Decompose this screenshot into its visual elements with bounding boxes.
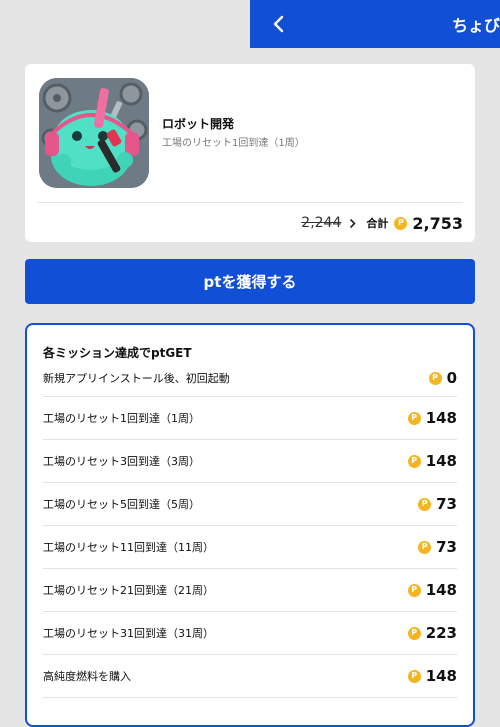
- mission-panel: 各ミッション達成でptGET 新規アプリインストール後、初回起動 P 0 工場の…: [25, 323, 475, 727]
- total-points: 2,753: [412, 213, 463, 233]
- mission-label: 工場のリセット1回到達（1周）: [43, 412, 200, 425]
- original-points: 2,244: [301, 215, 342, 231]
- mission-label: 工場のリセット31回到達（31周）: [43, 627, 214, 640]
- mission-row: 工場のリセット31回到達（31周） P 223: [43, 612, 457, 655]
- mission-row: 工場のリセット11回到達（11周） P 73: [43, 526, 457, 569]
- top-bar: ちょび: [250, 0, 500, 48]
- app-subtitle: 工場のリセット1回到達（1周）: [162, 138, 305, 149]
- mission-reward: P 0: [428, 369, 457, 387]
- mission-reward: P 223: [407, 624, 457, 642]
- mission-reward: P 148: [407, 667, 457, 685]
- mission-label: 工場のリセット21回到達（21周）: [43, 584, 214, 597]
- mission-row: 工場のリセット21回到達（21周） P 148: [43, 569, 457, 612]
- mission-points: 148: [425, 667, 457, 685]
- app-card: ロボット開発 工場のリセット1回到達（1周） 2,244 合計 P 2,753: [25, 64, 475, 242]
- mission-row: 高純度燃料を購入 P 148: [43, 655, 457, 698]
- get-points-button[interactable]: ptを獲得する: [25, 259, 475, 304]
- mission-reward: P 73: [418, 538, 457, 556]
- mission-row: 工場のリセット5回到達（5周） P 73: [43, 483, 457, 526]
- mission-points: 73: [436, 538, 457, 556]
- mission-heading: 各ミッション達成でptGET: [43, 346, 192, 360]
- point-coin-icon: P: [418, 540, 432, 554]
- mission-reward: P 148: [407, 452, 457, 470]
- point-coin-icon: P: [407, 411, 421, 425]
- mission-list: 新規アプリインストール後、初回起動 P 0 工場のリセット1回到達（1周） P …: [43, 360, 457, 698]
- mission-points: 223: [425, 624, 457, 642]
- chevron-left-icon: [273, 15, 284, 33]
- mission-row: 工場のリセット3回到達（3周） P 148: [43, 440, 457, 483]
- point-coin-icon: P: [394, 216, 408, 230]
- mission-points: 148: [425, 452, 457, 470]
- point-coin-icon: P: [407, 454, 421, 468]
- point-coin-icon: P: [428, 371, 442, 385]
- points-summary: 2,244 合計 P 2,753: [301, 212, 463, 234]
- back-button[interactable]: [264, 10, 292, 38]
- mission-label: 高純度燃料を購入: [43, 670, 131, 683]
- mission-label: 工場のリセット5回到達（5周）: [43, 498, 200, 511]
- mission-points: 148: [425, 409, 457, 427]
- mission-points: 148: [425, 581, 457, 599]
- mission-label: 工場のリセット11回到達（11周）: [43, 541, 214, 554]
- card-divider: [37, 202, 463, 203]
- mission-reward: P 148: [407, 581, 457, 599]
- mission-points: 73: [436, 495, 457, 513]
- point-coin-icon: P: [407, 583, 421, 597]
- app-name: ロボット開発: [162, 117, 235, 131]
- mission-row: 工場のリセット1回到達（1周） P 148: [43, 397, 457, 440]
- mission-reward: P 148: [407, 409, 457, 427]
- mission-label: 新規アプリインストール後、初回起動: [43, 372, 230, 385]
- mission-points: 0: [446, 369, 457, 387]
- app-icon: [39, 78, 149, 188]
- chevron-right-icon: [349, 218, 357, 229]
- mission-reward: P 73: [418, 495, 457, 513]
- mission-row: 新規アプリインストール後、初回起動 P 0: [43, 360, 457, 397]
- page-title: ちょび: [452, 16, 500, 35]
- mission-label: 工場のリセット3回到達（3周）: [43, 455, 200, 468]
- total-label: 合計: [366, 217, 389, 230]
- point-coin-icon: P: [407, 669, 421, 683]
- point-coin-icon: P: [418, 497, 432, 511]
- point-coin-icon: P: [407, 626, 421, 640]
